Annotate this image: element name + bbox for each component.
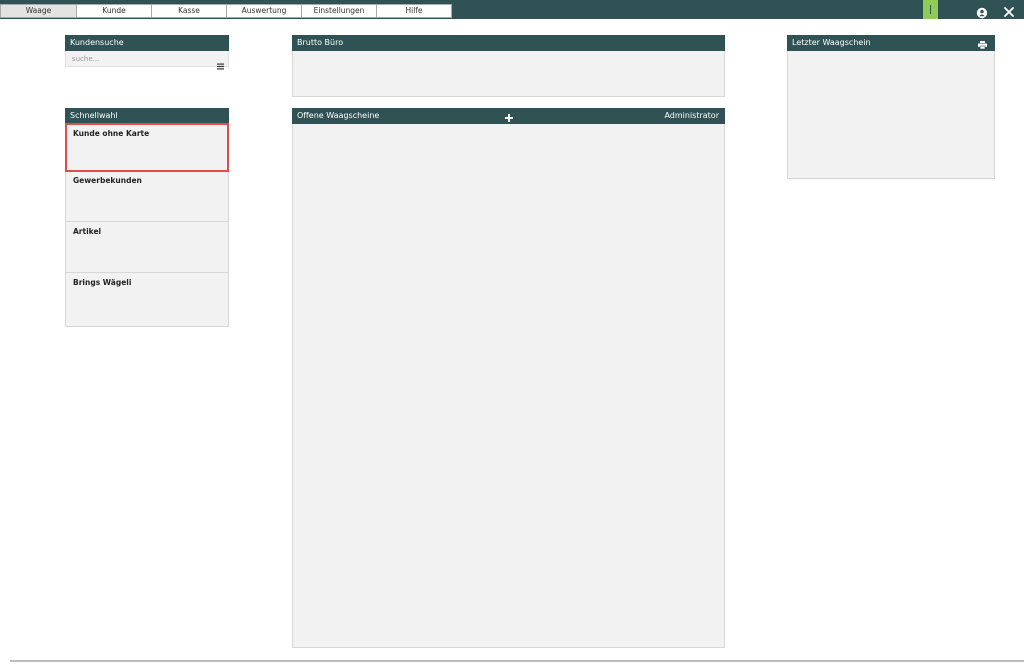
customer-search-input[interactable] xyxy=(66,51,206,66)
open-weighing-slips-title: Offene Waagscheine xyxy=(297,111,380,120)
printer-icon[interactable] xyxy=(978,39,987,50)
quick-item-artikel[interactable]: Artikel xyxy=(66,222,228,273)
quick-item-gewerbekunden[interactable]: Gewerbekunden xyxy=(66,171,228,222)
brutto-office-title: Brutto Büro xyxy=(292,35,725,51)
quick-select-panel: Schnellwahl Kunde ohne Karte Gewerbekund… xyxy=(65,108,229,327)
quick-item-kunde-ohne-karte[interactable]: Kunde ohne Karte xyxy=(65,123,229,172)
last-weighing-slip-header: Letzter Waagschein xyxy=(787,35,995,51)
add-icon[interactable] xyxy=(505,112,513,122)
tab-waage[interactable]: Waage xyxy=(0,4,77,18)
quick-select-list: Kunde ohne Karte Gewerbekunden Artikel B… xyxy=(65,123,229,327)
bottom-divider xyxy=(10,660,1024,662)
quick-select-title: Schnellwahl xyxy=(65,108,229,124)
open-weighing-slips-header: Offene Waagscheine Administrator xyxy=(292,108,725,124)
tab-auswertung[interactable]: Auswertung xyxy=(227,4,302,18)
current-user-label: Administrator xyxy=(664,111,719,120)
close-icon[interactable] xyxy=(1003,3,1015,17)
main-tabs: Waage Kunde Kasse Auswertung Einstellung… xyxy=(0,4,452,18)
tab-kasse[interactable]: Kasse xyxy=(152,4,227,18)
customer-search-panel: Kundensuche xyxy=(65,35,229,70)
last-weighing-slip-title: Letzter Waagschein xyxy=(792,38,871,47)
status-indicator xyxy=(923,0,938,19)
top-navigation-bar: Waage Kunde Kasse Auswertung Einstellung… xyxy=(0,0,1024,19)
quick-item-brings-waegeli[interactable]: Brings Wägeli xyxy=(66,273,228,326)
brutto-office-body xyxy=(292,51,725,97)
open-weighing-slips-panel: Offene Waagscheine Administrator xyxy=(292,108,725,648)
menu-icon[interactable] xyxy=(217,55,224,70)
user-icon[interactable] xyxy=(976,4,988,19)
open-weighing-slips-list xyxy=(292,124,725,648)
brutto-office-panel: Brutto Büro xyxy=(292,35,725,97)
customer-search-row xyxy=(65,51,229,70)
tab-kunde[interactable]: Kunde xyxy=(77,4,152,18)
customer-search-title: Kundensuche xyxy=(65,35,229,51)
tab-einstellungen[interactable]: Einstellungen xyxy=(302,4,377,18)
last-weighing-slip-panel: Letzter Waagschein xyxy=(787,35,995,179)
status-bar-mark xyxy=(930,5,931,14)
last-weighing-slip-body xyxy=(787,51,995,179)
tab-hilfe[interactable]: Hilfe xyxy=(377,4,452,18)
